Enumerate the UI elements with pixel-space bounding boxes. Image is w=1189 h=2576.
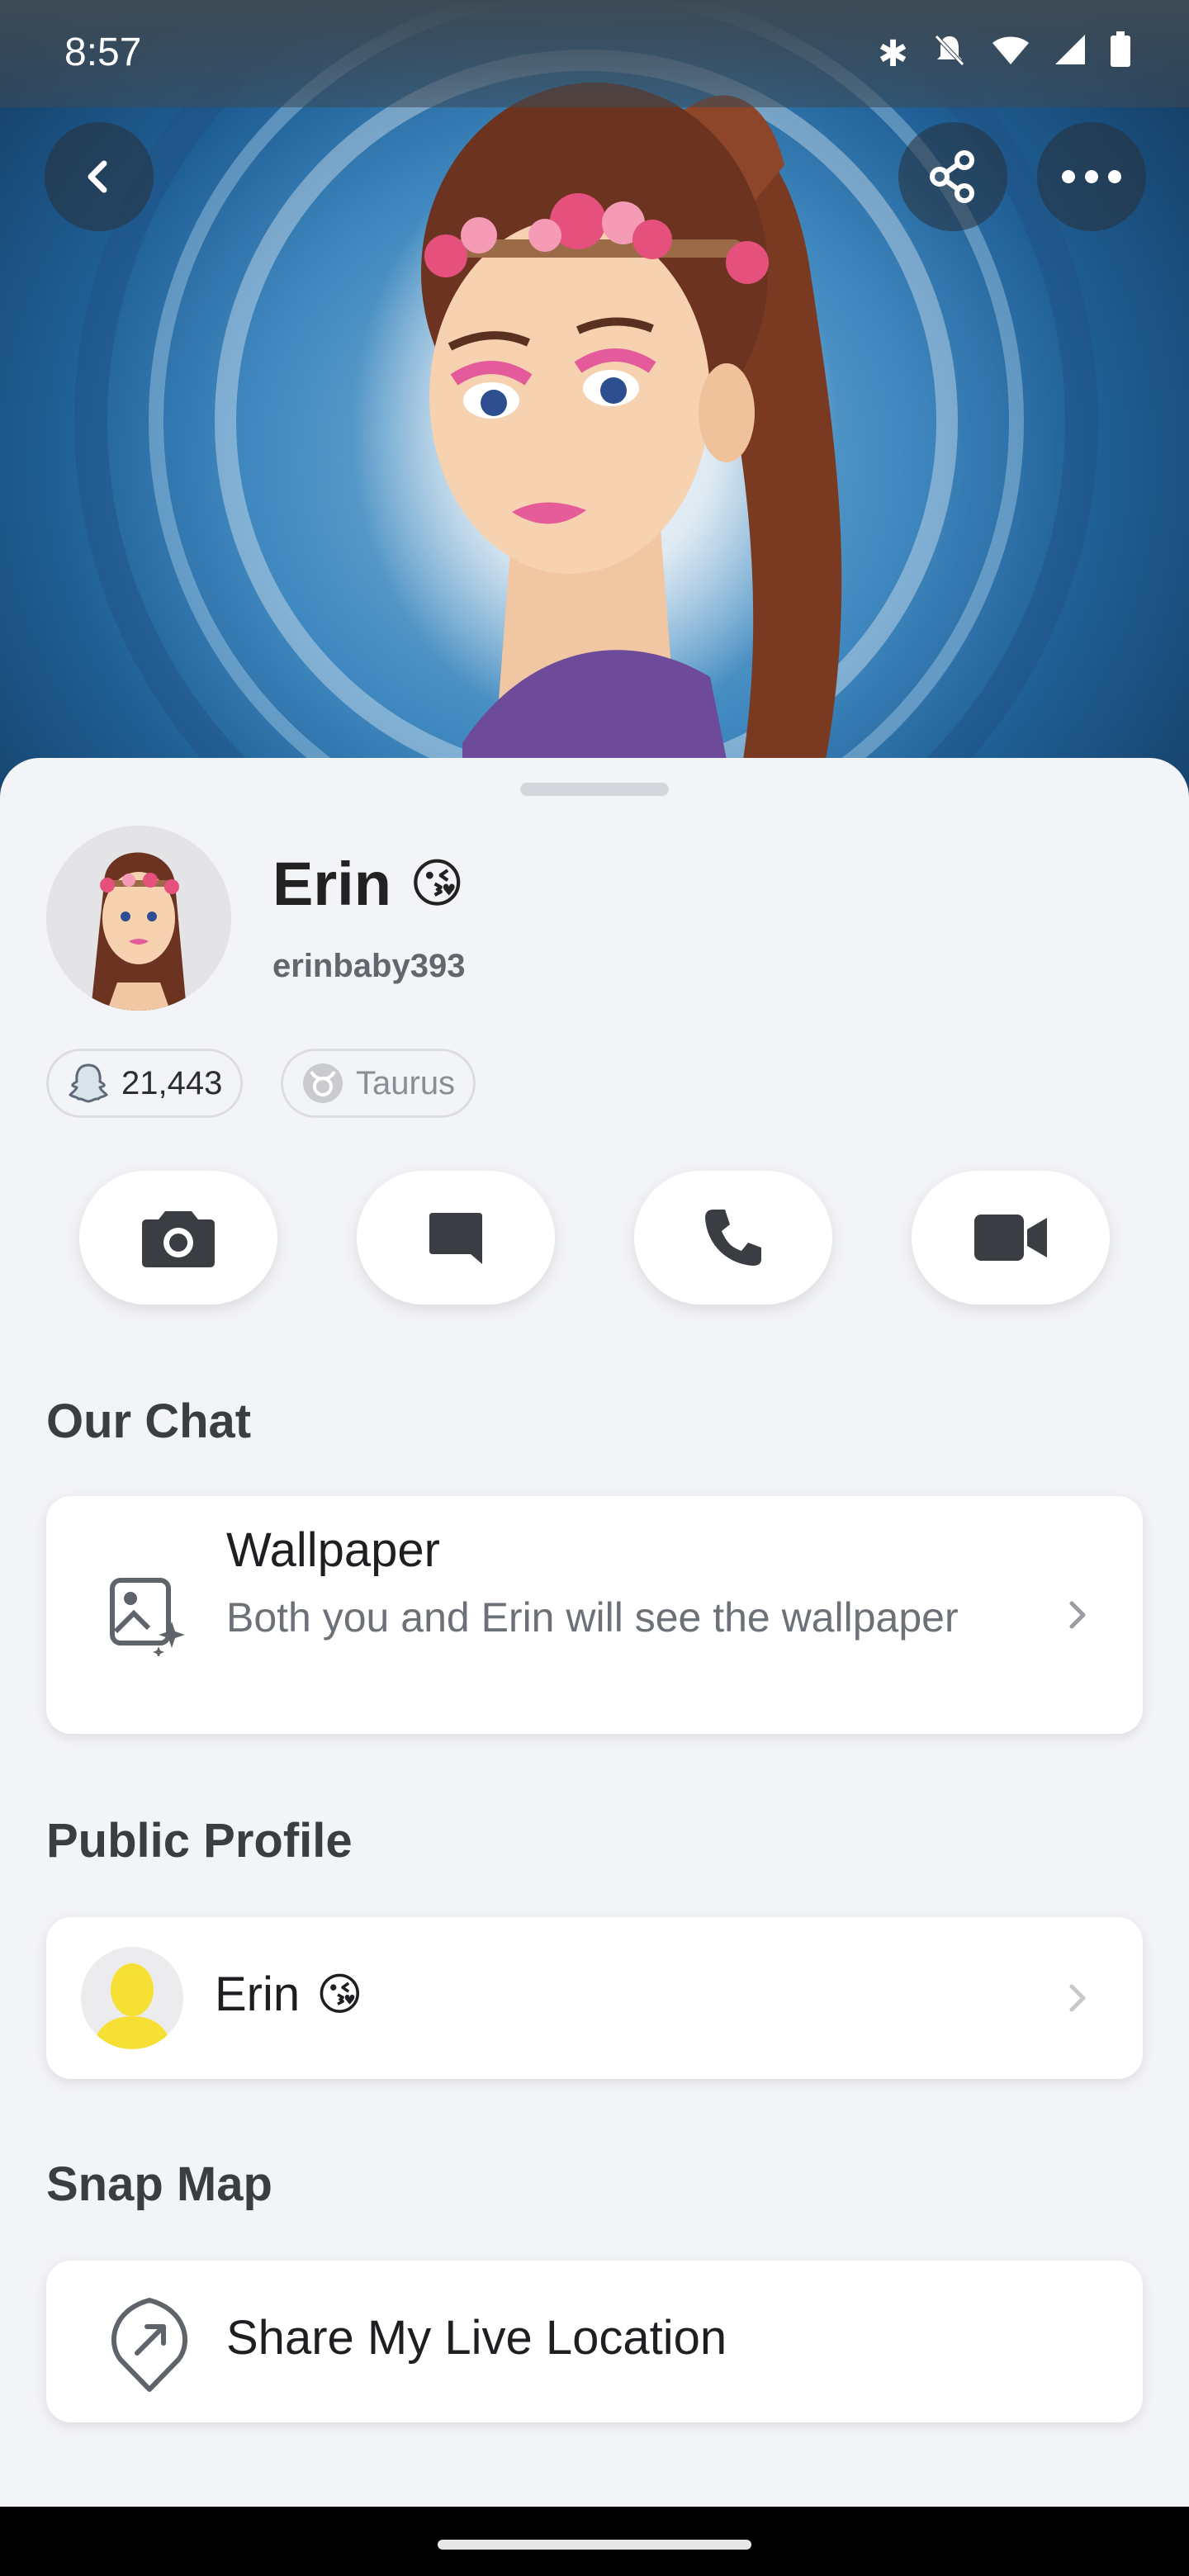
zodiac-label: Taurus — [356, 1064, 456, 1101]
kiss-emoji-icon: 😘 — [409, 854, 465, 913]
share-live-location-row[interactable]: Share My Live Location — [46, 2261, 1143, 2422]
section-title-our-chat: Our Chat — [46, 1395, 252, 1448]
public-profile-name-row: Erin 😘 — [215, 1967, 362, 2022]
bell-off-icon — [931, 31, 968, 78]
chat-icon — [429, 1213, 482, 1264]
ghost-icon — [69, 1063, 108, 1103]
profile-sheet: Erin 😘 erinbaby393 21,443 Taurus Our Cha… — [0, 758, 1189, 2508]
snap-score-badge[interactable]: 21,443 — [46, 1049, 244, 1118]
profile-header-wallpaper: 8:57 ✱ — [0, 0, 1189, 809]
snap-score-value: 21,443 — [121, 1064, 223, 1101]
status-bar: 8:57 ✱ — [0, 0, 1189, 107]
location-share-icon — [111, 2298, 187, 2392]
zodiac-badge[interactable]: Taurus — [281, 1049, 476, 1118]
wallpaper-title: Wallpaper — [226, 1523, 440, 1577]
more-dots-icon — [1062, 170, 1121, 183]
more-options-button[interactable] — [1037, 122, 1146, 231]
bitmoji-hero-image — [421, 83, 842, 760]
call-button[interactable] — [634, 1171, 832, 1305]
system-navigation-bar — [0, 2507, 1189, 2576]
public-profile-name: Erin — [215, 1968, 301, 2021]
avatar[interactable] — [46, 826, 231, 1011]
video-icon — [974, 1215, 1047, 1261]
wallpaper-subtitle: Both you and Erin will see the wallpaper — [226, 1594, 959, 1641]
display-name-row: Erin 😘 — [272, 849, 465, 919]
wallpaper-icon — [110, 1578, 185, 1656]
status-time: 8:57 — [64, 31, 142, 74]
bitmoji-avatar-image — [46, 826, 231, 1011]
section-title-snap-map: Snap Map — [46, 2157, 272, 2211]
chevron-right-icon — [1069, 1601, 1086, 1629]
camera-icon — [142, 1211, 215, 1267]
back-button[interactable] — [45, 122, 154, 231]
public-profile-avatar — [81, 1947, 183, 2049]
chat-button[interactable] — [357, 1171, 555, 1305]
chevron-left-icon — [88, 160, 107, 193]
share-icon — [930, 150, 974, 203]
bluetooth-icon: ✱ — [878, 34, 908, 74]
home-gesture-handle[interactable] — [438, 2540, 751, 2550]
wifi-icon — [991, 33, 1030, 76]
username[interactable]: erinbaby393 — [272, 948, 465, 985]
status-icons: ✱ — [878, 31, 1131, 78]
share-button[interactable] — [898, 122, 1007, 231]
taurus-icon — [303, 1063, 343, 1103]
wallpaper-row[interactable]: Wallpaper Both you and Erin will see the… — [46, 1496, 1143, 1734]
video-call-button[interactable] — [912, 1171, 1110, 1305]
phone-icon — [705, 1210, 761, 1266]
camera-button[interactable] — [79, 1171, 277, 1305]
sheet-grabber[interactable] — [520, 783, 669, 796]
kiss-emoji-icon: 😘 — [316, 1970, 363, 2020]
chevron-right-icon — [1069, 1984, 1086, 2012]
user-silhouette-icon — [92, 1963, 172, 2049]
section-title-public-profile: Public Profile — [46, 1814, 353, 1868]
public-profile-row[interactable]: Erin 😘 — [46, 1917, 1143, 2079]
battery-icon — [1110, 31, 1131, 78]
signal-icon — [1054, 33, 1087, 76]
share-live-location-label: Share My Live Location — [226, 2311, 727, 2365]
display-name: Erin — [272, 850, 391, 918]
